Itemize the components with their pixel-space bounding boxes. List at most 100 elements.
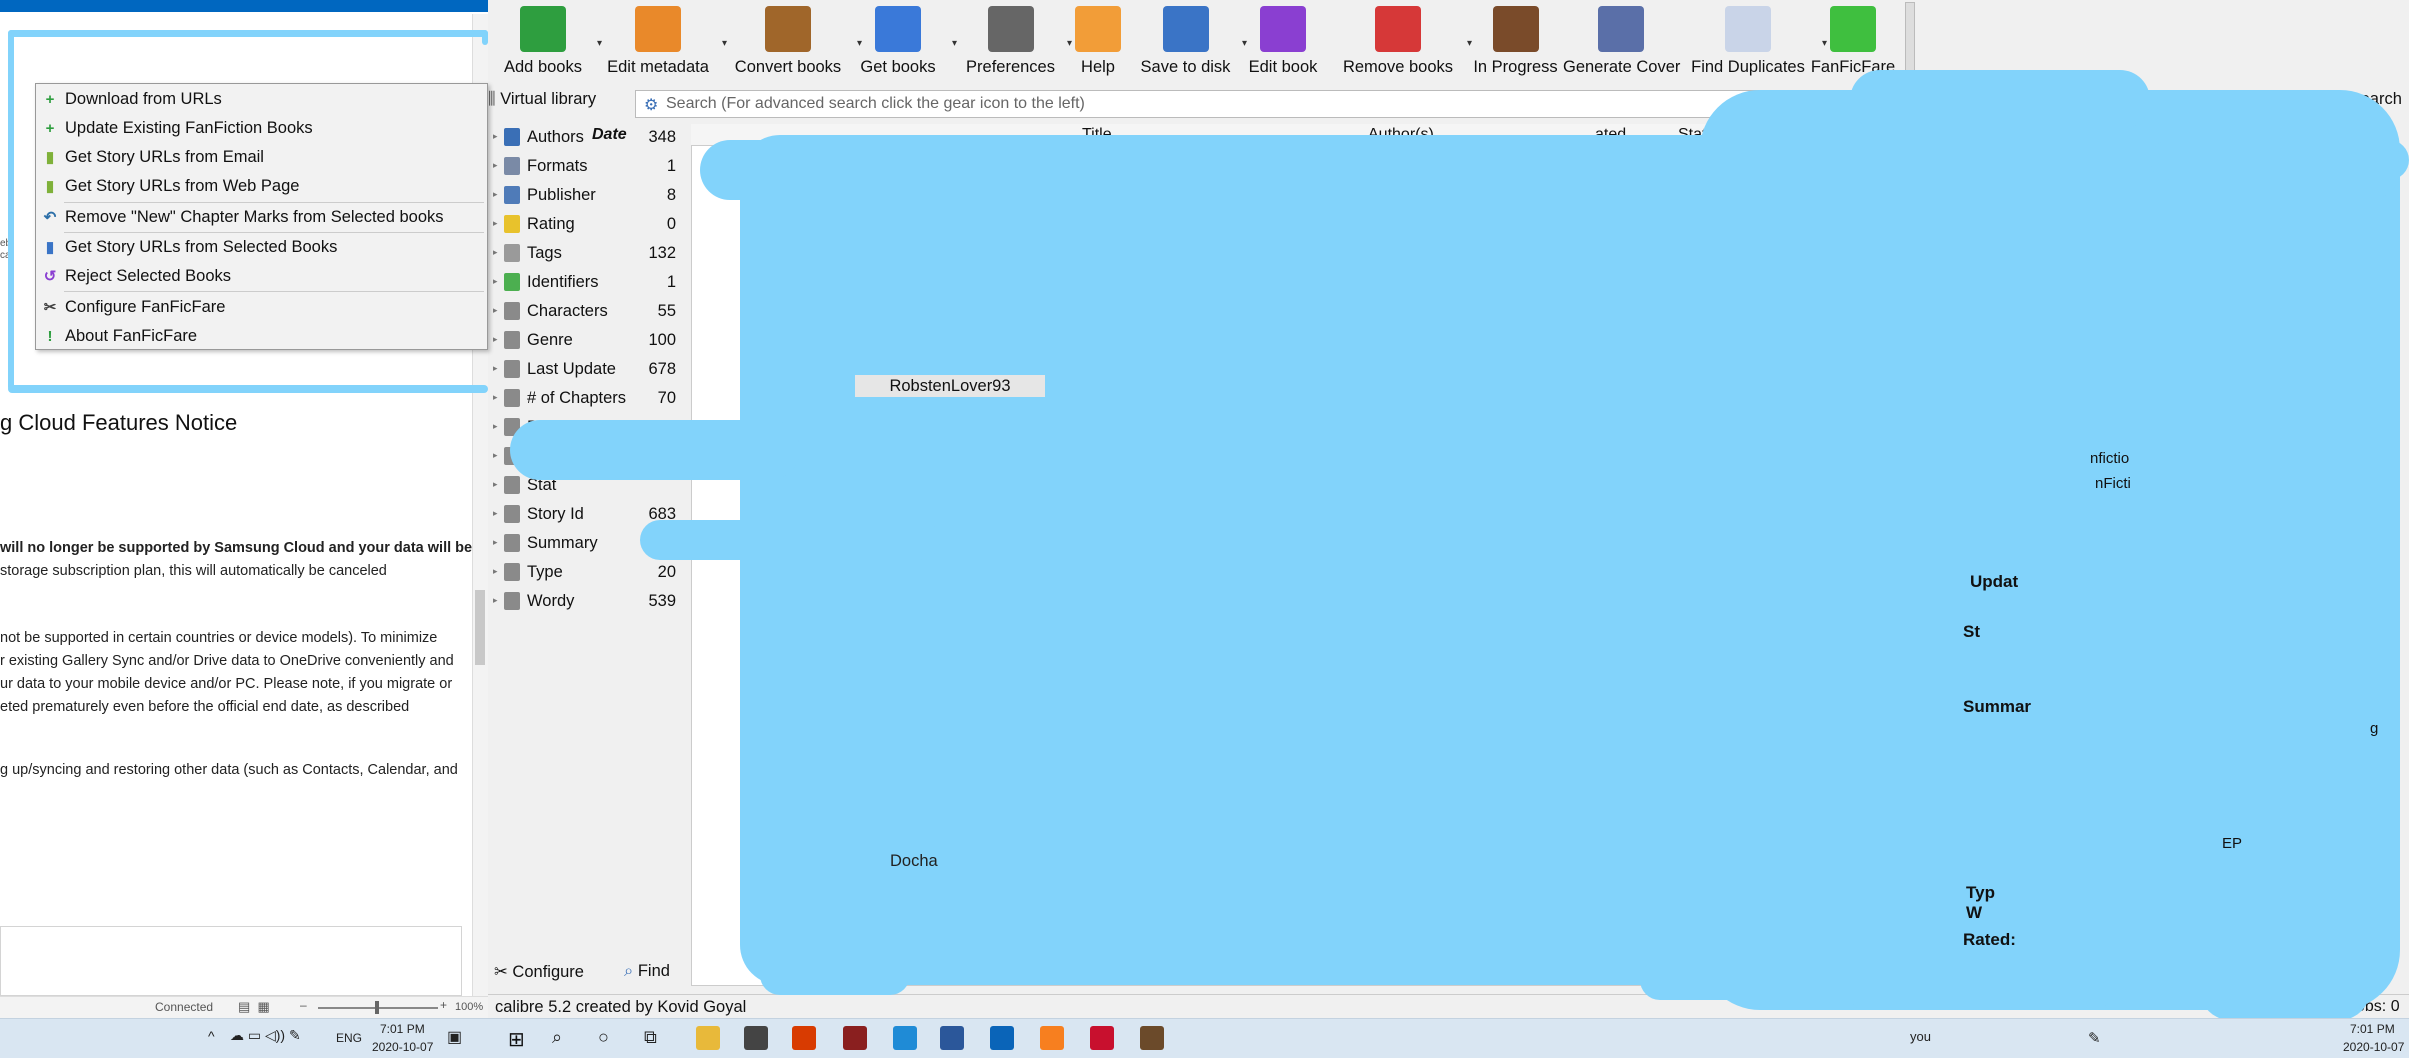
tag-browser-item[interactable]: ▸ Genre 100: [488, 327, 684, 356]
virtual-library-button[interactable]: ⫼ Virtual library: [488, 90, 616, 118]
dropdown-arrow-icon[interactable]: ▾: [722, 38, 727, 49]
file-explorer-icon[interactable]: [696, 1026, 720, 1050]
language-indicator[interactable]: ENG: [336, 1031, 362, 1045]
column-icon: [504, 476, 520, 494]
menu-item-label: Remove "New" Chapter Marks from Selected…: [65, 208, 444, 226]
remove-books-button[interactable]: Remove books ▾: [1338, 4, 1472, 84]
tag-browser-configure-button[interactable]: ✂ Configure: [494, 962, 584, 982]
dropdown-arrow-icon[interactable]: ▾: [1067, 38, 1072, 49]
expand-arrow-icon[interactable]: ▸: [493, 537, 498, 548]
reply-box[interactable]: [0, 926, 462, 996]
dropdown-arrow-icon[interactable]: ▾: [1467, 38, 1472, 49]
outlook-icon[interactable]: [990, 1026, 1014, 1050]
menu-item[interactable]: ▮ Get Story URLs from Email: [36, 144, 487, 173]
expand-arrow-icon[interactable]: ▸: [493, 508, 498, 519]
tag-browser-item[interactable]: ▸ Type 20: [488, 559, 684, 588]
expand-arrow-icon[interactable]: ▸: [493, 363, 498, 374]
search-icon[interactable]: ⌕: [552, 1027, 562, 1048]
acrobat-icon[interactable]: [1090, 1026, 1114, 1050]
start-icon[interactable]: ⊞: [508, 1027, 525, 1052]
clock-time[interactable]: 7:01 PM: [380, 1022, 425, 1036]
firefox-icon[interactable]: [1040, 1026, 1064, 1050]
clock-date[interactable]: 2020-10-07: [2343, 1040, 2404, 1054]
expand-arrow-icon[interactable]: ▸: [493, 247, 498, 258]
get-books-button[interactable]: Get books ▾: [853, 4, 957, 84]
menu-item[interactable]: ! About FanFicFare: [36, 323, 487, 352]
notice-line: eted prematurely even before the officia…: [0, 699, 410, 715]
window-title-bar: [0, 0, 488, 12]
expand-arrow-icon[interactable]: ▸: [493, 218, 498, 229]
expand-arrow-icon[interactable]: ▸: [493, 160, 498, 171]
clock-date[interactable]: 2020-10-07: [372, 1040, 433, 1054]
menu-item[interactable]: + Download from URLs: [36, 86, 487, 115]
word-icon[interactable]: [940, 1026, 964, 1050]
column-header[interactable]: Date: [592, 126, 627, 144]
notification-icon[interactable]: ▣: [447, 1027, 462, 1047]
tag-browser-item[interactable]: ▸ Last Update 678: [488, 356, 684, 385]
scrollbar-thumb[interactable]: [475, 590, 485, 665]
store-icon[interactable]: [744, 1026, 768, 1050]
expand-arrow-icon[interactable]: ▸: [493, 189, 498, 200]
gear-icon[interactable]: ⚙: [644, 95, 658, 115]
tag-browser-item[interactable]: ▸ # of Chapters 70: [488, 385, 684, 414]
view-buttons[interactable]: ▤ ▦: [238, 999, 270, 1015]
tag-browser-item[interactable]: ▸ Publisher 8: [488, 182, 684, 211]
clock-time[interactable]: 7:01 PM: [2350, 1022, 2395, 1036]
menu-item[interactable]: ↺ Reject Selected Books: [36, 263, 487, 292]
menu-item[interactable]: ▮ Get Story URLs from Selected Books: [36, 234, 487, 263]
tag-browser-item[interactable]: ▸ Characters 55: [488, 298, 684, 327]
menu-item[interactable]: ✂ Configure FanFicFare: [36, 294, 487, 323]
tray-icons[interactable]: ☁ ▭ ◁)) ✎: [230, 1027, 301, 1044]
expand-arrow-icon[interactable]: ▸: [493, 421, 498, 432]
calibre-icon[interactable]: [1140, 1026, 1164, 1050]
add-books-button[interactable]: Add books ▾: [498, 4, 602, 84]
edge-icon[interactable]: [893, 1026, 917, 1050]
pen-icon[interactable]: ✎: [2088, 1029, 2101, 1047]
tag-browser-item[interactable]: ▸ Formats 1: [488, 153, 684, 182]
edit-book-button[interactable]: Edit book: [1248, 4, 1318, 84]
menu-item[interactable]: ↶ Remove "New" Chapter Marks from Selecte…: [36, 204, 487, 233]
task-view-icon[interactable]: ⧉: [644, 1027, 657, 1048]
tag-browser-item[interactable]: ▸ Rating 0: [488, 211, 684, 240]
app-icon[interactable]: [843, 1026, 867, 1050]
save-to-disk-button[interactable]: Save to disk ▾: [1138, 4, 1247, 84]
convert-books-button[interactable]: Convert books ▾: [728, 4, 862, 84]
expand-arrow-icon[interactable]: ▸: [493, 595, 498, 606]
expand-arrow-icon[interactable]: ▸: [493, 334, 498, 345]
cortana-icon[interactable]: ○: [598, 1027, 609, 1048]
zoom-in-icon[interactable]: +: [440, 998, 447, 1012]
author-cell[interactable]: RobstenLover93: [855, 375, 1045, 397]
menu-item[interactable]: + Update Existing FanFiction Books: [36, 115, 487, 144]
expand-arrow-icon[interactable]: ▸: [493, 276, 498, 287]
help-button[interactable]: Help: [1073, 4, 1123, 84]
save-to-disk-icon: [1162, 6, 1209, 52]
office-icon[interactable]: [792, 1026, 816, 1050]
chevron-up-icon[interactable]: ^: [208, 1028, 215, 1044]
dropdown-arrow-icon[interactable]: ▾: [1242, 38, 1247, 49]
author-cell[interactable]: Docha: [890, 852, 938, 871]
expand-arrow-icon[interactable]: ▸: [493, 566, 498, 577]
preferences-button[interactable]: Preferences ▾: [963, 4, 1072, 84]
dropdown-arrow-icon[interactable]: ▾: [597, 38, 602, 49]
dropdown-arrow-icon[interactable]: ▾: [952, 38, 957, 49]
library-icon: ⫼: [488, 90, 496, 108]
find-duplicates-button[interactable]: Find Duplicates ▾: [1683, 4, 1827, 84]
tag-browser-item[interactable]: ▸ Authors 348: [488, 124, 684, 153]
zoom-slider-knob[interactable]: [375, 1001, 379, 1014]
tag-browser-item[interactable]: ▸ Identifiers 1: [488, 269, 684, 298]
menu-item[interactable]: ▮ Get Story URLs from Web Page: [36, 173, 487, 202]
tag-browser-item[interactable]: ▸ Tags 132: [488, 240, 684, 269]
expand-arrow-icon[interactable]: ▸: [493, 450, 498, 461]
reject-icon: ↺: [43, 268, 57, 285]
zoom-out-icon[interactable]: –: [300, 998, 307, 1012]
generate-cover-button[interactable]: Generate Cover: [1563, 4, 1680, 84]
in-progress-button[interactable]: In Progress: [1473, 4, 1558, 84]
expand-arrow-icon[interactable]: ▸: [493, 392, 498, 403]
edit-metadata-button[interactable]: Edit metadata ▾: [603, 4, 727, 84]
tag-browser-item[interactable]: ▸ Wordy 539: [488, 588, 684, 617]
expand-arrow-icon[interactable]: ▸: [493, 479, 498, 490]
tag-browser-find-button[interactable]: ⌕ Find: [624, 962, 670, 981]
expand-arrow-icon[interactable]: ▸: [493, 305, 498, 316]
preferences-icon: [987, 6, 1034, 52]
expand-arrow-icon[interactable]: ▸: [493, 131, 498, 142]
